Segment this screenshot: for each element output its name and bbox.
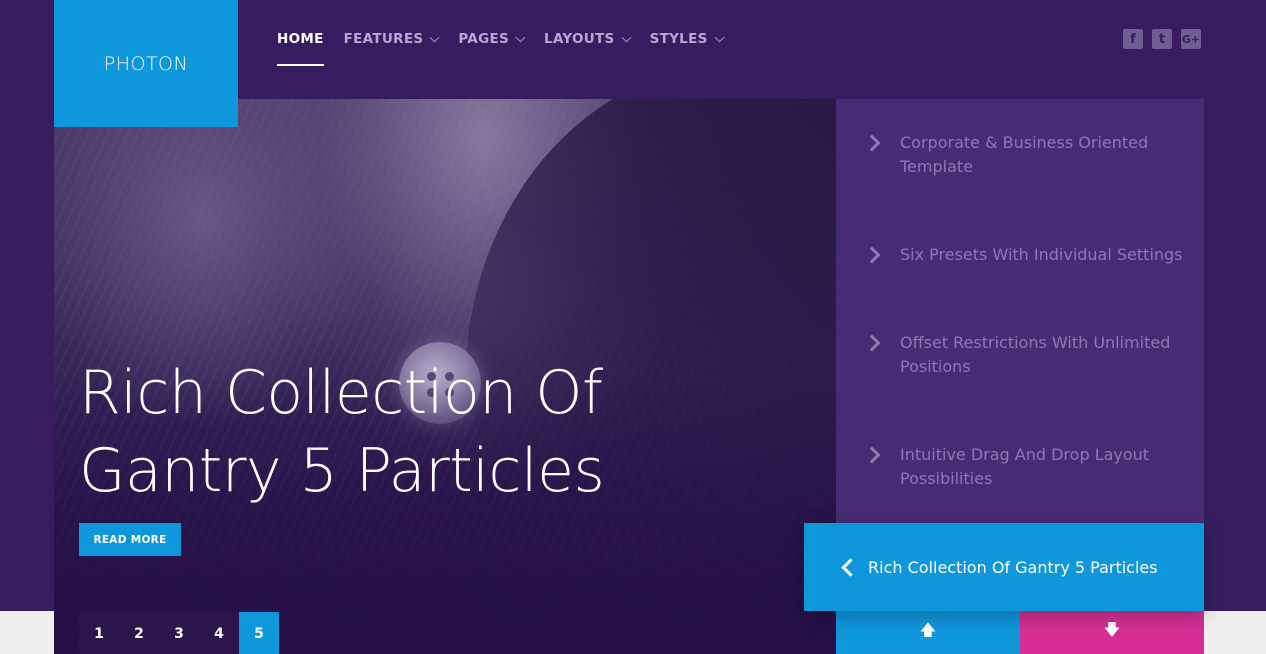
chevron-down-icon xyxy=(714,32,725,42)
nav-item-styles[interactable]: STYLES xyxy=(649,28,725,50)
page-button-1[interactable]: 1 xyxy=(79,612,119,654)
feature-label: Corporate & Business Oriented Template xyxy=(900,133,1149,176)
nav-item-label: LAYOUTS xyxy=(544,31,615,47)
slide-nav-buttons: 🡅 🡇 xyxy=(836,611,1204,654)
chevron-down-icon xyxy=(621,32,632,42)
next-slide-button[interactable]: 🡇 xyxy=(1020,611,1204,654)
twitter-icon[interactable]: t xyxy=(1152,29,1172,49)
chevron-right-icon xyxy=(866,133,880,153)
chevron-down-icon xyxy=(515,32,526,42)
previous-slide-button[interactable]: 🡅 xyxy=(836,611,1020,654)
arrow-up-icon: 🡅 xyxy=(919,620,937,639)
nav-item-label: HOME xyxy=(277,31,324,47)
active-slide-caption[interactable]: Rich Collection Of Gantry 5 Particles xyxy=(804,523,1204,611)
nav-item-layouts[interactable]: LAYOUTS xyxy=(544,28,632,50)
page-button-3[interactable]: 3 xyxy=(159,612,199,654)
feature-item[interactable]: Corporate & Business Oriented Template xyxy=(866,131,1186,179)
social-links: f t G+ xyxy=(1123,29,1201,49)
chevron-right-icon xyxy=(866,445,880,465)
feature-label: Offset Restrictions With Unlimited Posit… xyxy=(900,333,1171,376)
main-nav: HOME FEATURES PAGES LAYOUTS STYLES xyxy=(277,28,743,66)
arrow-down-icon: 🡇 xyxy=(1103,620,1121,639)
page: PHOTON HOME FEATURES PAGES LAYOUTS STYLE… xyxy=(0,0,1266,654)
chevron-left-icon[interactable] xyxy=(840,557,854,577)
read-more-button[interactable]: READ MORE xyxy=(79,523,181,556)
nav-item-home[interactable]: HOME xyxy=(277,28,324,66)
hero-title: Rich Collection Of Gantry 5 Particles xyxy=(79,358,605,506)
feature-item[interactable]: Offset Restrictions With Unlimited Posit… xyxy=(866,331,1186,379)
nav-item-label: FEATURES xyxy=(343,31,424,47)
feature-item[interactable]: Six Presets With Individual Settings xyxy=(866,243,1186,267)
nav-item-features[interactable]: FEATURES xyxy=(343,28,440,50)
facebook-icon[interactable]: f xyxy=(1123,29,1143,49)
chevron-down-icon xyxy=(429,32,440,42)
feature-item[interactable]: Intuitive Drag And Drop Layout Possibili… xyxy=(866,443,1186,491)
logo[interactable]: PHOTON xyxy=(54,0,238,127)
nav-item-label: PAGES xyxy=(458,31,510,47)
chevron-right-icon xyxy=(866,245,880,265)
hero-slide: Rich Collection Of Gantry 5 Particles RE… xyxy=(54,99,836,654)
nav-item-pages[interactable]: PAGES xyxy=(458,28,526,50)
nav-item-label: STYLES xyxy=(649,31,708,47)
caption-text: Rich Collection Of Gantry 5 Particles xyxy=(868,557,1158,577)
slide-pager: 1 2 3 4 5 xyxy=(79,612,279,654)
page-button-4[interactable]: 4 xyxy=(199,612,239,654)
chevron-right-icon xyxy=(866,333,880,353)
logo-text: PHOTON xyxy=(103,52,189,75)
page-button-5[interactable]: 5 xyxy=(239,612,279,654)
google-plus-icon[interactable]: G+ xyxy=(1181,29,1201,49)
feature-label: Intuitive Drag And Drop Layout Possibili… xyxy=(900,445,1150,488)
feature-label: Six Presets With Individual Settings xyxy=(900,245,1183,264)
page-button-2[interactable]: 2 xyxy=(119,612,159,654)
